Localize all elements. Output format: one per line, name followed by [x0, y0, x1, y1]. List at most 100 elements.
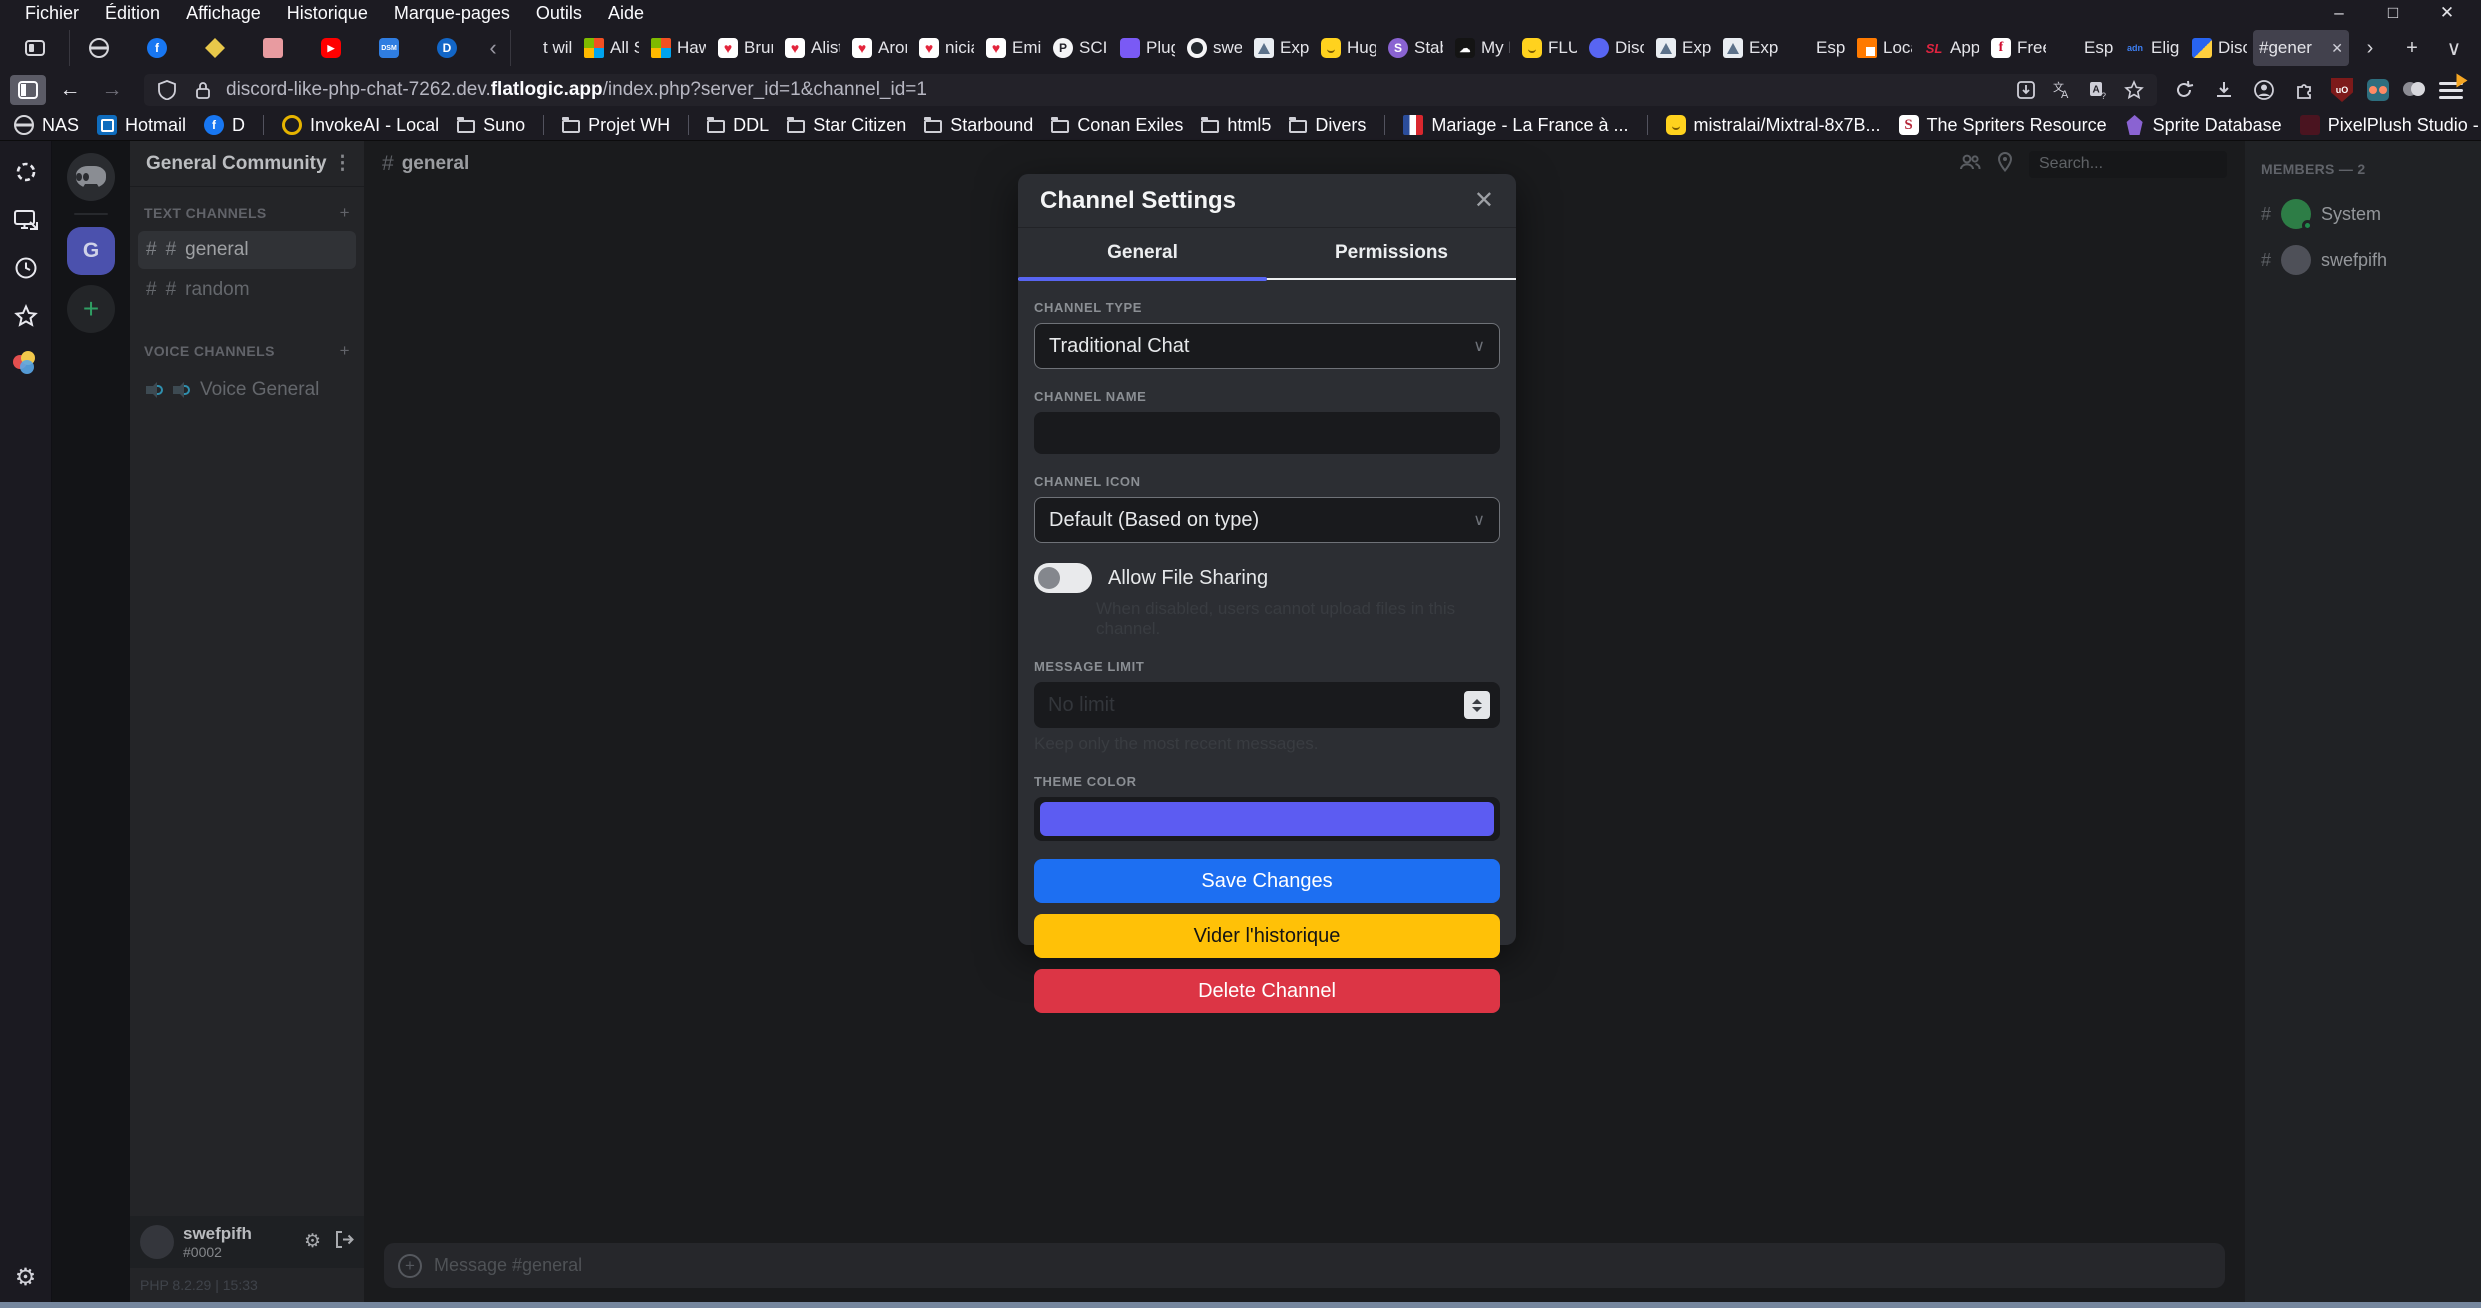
channel-name-input[interactable] [1034, 412, 1500, 454]
number-spinner[interactable] [1464, 691, 1490, 719]
browser-tab[interactable]: My Ha [1449, 30, 1516, 66]
screen-share-icon[interactable] [13, 207, 39, 233]
pinned-tab-synology[interactable]: D [418, 30, 476, 66]
member-system[interactable]: #System [2245, 191, 2481, 237]
server-menu-kebab-icon[interactable]: ⋮ [333, 152, 352, 175]
channel-type-select[interactable]: Traditional Chat ∨ [1034, 323, 1500, 369]
forward-button[interactable]: → [94, 75, 130, 105]
message-limit-input[interactable] [1034, 682, 1500, 728]
bookmark-star-icon[interactable] [2121, 77, 2147, 103]
add-server-button[interactable]: + [67, 285, 115, 333]
browser-tab[interactable]: swefpi [1181, 30, 1248, 66]
firefox-view-button[interactable] [0, 30, 70, 66]
translate-page-icon[interactable]: A? [2085, 77, 2111, 103]
pinned-tab-diamond[interactable] [186, 30, 244, 66]
browser-tab[interactable]: Discor [1583, 30, 1650, 66]
spinner-up-icon[interactable] [1472, 699, 1482, 704]
app-menu-icon[interactable] [2439, 79, 2463, 101]
browser-tab[interactable]: Plugin [1114, 30, 1181, 66]
browser-tab[interactable]: Emie0 [980, 30, 1047, 66]
channel-general[interactable]: ##general [138, 231, 356, 269]
pinned-tab-facebook[interactable]: f [128, 30, 186, 66]
members-toggle-icon[interactable] [1959, 153, 1981, 176]
bookmark-item[interactable]: fD [204, 115, 245, 136]
browser-tab[interactable]: Huggi [1315, 30, 1382, 66]
extension-glasses-icon[interactable] [2367, 79, 2389, 101]
delete-channel-button[interactable]: Delete Channel [1034, 969, 1500, 1013]
add-text-channel-button[interactable]: + [340, 203, 350, 223]
server-header[interactable]: General Community ⋮ [130, 141, 364, 187]
discord-home-button[interactable] [67, 153, 115, 201]
extension-circles-icon[interactable] [2403, 79, 2425, 101]
bookmark-item[interactable]: InvokeAI - Local [282, 115, 439, 136]
reload-icon[interactable] [2171, 77, 2197, 103]
lock-icon[interactable] [190, 77, 216, 103]
browser-tab[interactable]: All Siz [578, 30, 645, 66]
channel-icon-select[interactable]: Default (Based on type) ∨ [1034, 497, 1500, 543]
list-all-tabs-button[interactable]: ∨ [2437, 36, 2471, 61]
browser-tab[interactable]: Locati [1851, 30, 1918, 66]
bookmark-item[interactable]: DDL [707, 115, 769, 136]
chatgpt-icon[interactable] [13, 159, 39, 185]
browser-tab[interactable]: Bruni2 [712, 30, 779, 66]
bookmark-item[interactable]: Suno [457, 115, 525, 136]
theme-color-picker[interactable] [1034, 797, 1500, 841]
url-text[interactable]: discord-like-php-chat-7262.dev.flatlogic… [226, 79, 2003, 101]
browser-tab[interactable]: Explor [1248, 30, 1315, 66]
close-tab-icon[interactable]: ✕ [2331, 40, 2343, 57]
attach-plus-icon[interactable]: + [398, 1254, 422, 1278]
add-voice-channel-button[interactable]: + [340, 341, 350, 361]
file-sharing-toggle[interactable] [1034, 563, 1092, 593]
sidebar-settings-gear-icon[interactable]: ⚙ [0, 1263, 51, 1292]
menu-outils[interactable]: Outils [523, 1, 595, 26]
tab-general[interactable]: General [1018, 228, 1267, 278]
bookmark-item[interactable]: NAS [14, 115, 79, 136]
bookmark-item[interactable]: Mariage - La France à ... [1403, 115, 1628, 136]
menu-affichage[interactable]: Affichage [173, 1, 274, 26]
user-settings-gear-icon[interactable]: ⚙ [304, 1230, 321, 1255]
browser-tab[interactable]: FLUX. [1516, 30, 1583, 66]
bookmark-item[interactable]: mistralai/Mixtral-8x7B... [1666, 115, 1881, 136]
bookmark-item[interactable]: Sprite Database [2125, 115, 2282, 136]
maximize-button[interactable]: □ [2375, 3, 2411, 23]
sidebar-toggle-button[interactable] [10, 75, 46, 105]
save-changes-button[interactable]: Save Changes [1034, 859, 1500, 903]
browser-tab[interactable]: Aromy [846, 30, 913, 66]
logout-icon[interactable] [335, 1230, 354, 1255]
bookmark-item[interactable]: Star Citizen [787, 115, 906, 136]
scroll-tabs-left-button[interactable]: ‹ [476, 35, 510, 61]
bookmark-item[interactable]: Divers [1289, 115, 1366, 136]
bookmark-item[interactable]: Conan Exiles [1051, 115, 1183, 136]
browser-tab[interactable]: Espace abo [2052, 30, 2119, 66]
browser-tab[interactable]: Hawai [645, 30, 712, 66]
back-button[interactable]: ← [52, 75, 88, 105]
pinned-messages-icon[interactable] [1997, 152, 2013, 177]
downloads-icon[interactable] [2211, 77, 2237, 103]
browser-tab[interactable]: Explor [1650, 30, 1717, 66]
bookmark-item[interactable]: SThe Spriters Resource [1899, 115, 2107, 136]
extensions-puzzle-icon[interactable] [2291, 77, 2317, 103]
containers-colors-icon[interactable] [13, 351, 39, 377]
new-tab-button[interactable]: + [2395, 37, 2429, 60]
bookmark-item[interactable]: Hotmail [97, 115, 186, 136]
close-button[interactable]: ✕ [2429, 3, 2465, 23]
scroll-tabs-right-button[interactable]: › [2353, 37, 2387, 60]
menu--dition[interactable]: Édition [92, 1, 173, 26]
bookmark-item[interactable]: Projet WH [562, 115, 670, 136]
tracking-shield-icon[interactable] [154, 77, 180, 103]
message-bar[interactable]: + [384, 1243, 2225, 1288]
modal-close-icon[interactable]: ✕ [1474, 186, 1494, 215]
tab-permissions[interactable]: Permissions [1267, 228, 1516, 278]
save-page-icon[interactable] [2013, 77, 2039, 103]
browser-tab[interactable]: fFree : [1985, 30, 2052, 66]
url-bar[interactable]: discord-like-php-chat-7262.dev.flatlogic… [144, 74, 2157, 106]
spinner-down-icon[interactable] [1472, 707, 1482, 712]
browser-tab[interactable]: SLAppar [1918, 30, 1985, 66]
voice-channel-voice-general[interactable]: Voice General [138, 371, 356, 409]
server-button-general-community[interactable]: G [67, 227, 115, 275]
browser-tab[interactable]: adnEligibi [2119, 30, 2186, 66]
menu-aide[interactable]: Aide [595, 1, 657, 26]
browser-tab[interactable]: Discor [2186, 30, 2253, 66]
browser-tab[interactable]: t will f [511, 30, 578, 66]
active-tab[interactable]: #gener✕ [2253, 30, 2349, 66]
